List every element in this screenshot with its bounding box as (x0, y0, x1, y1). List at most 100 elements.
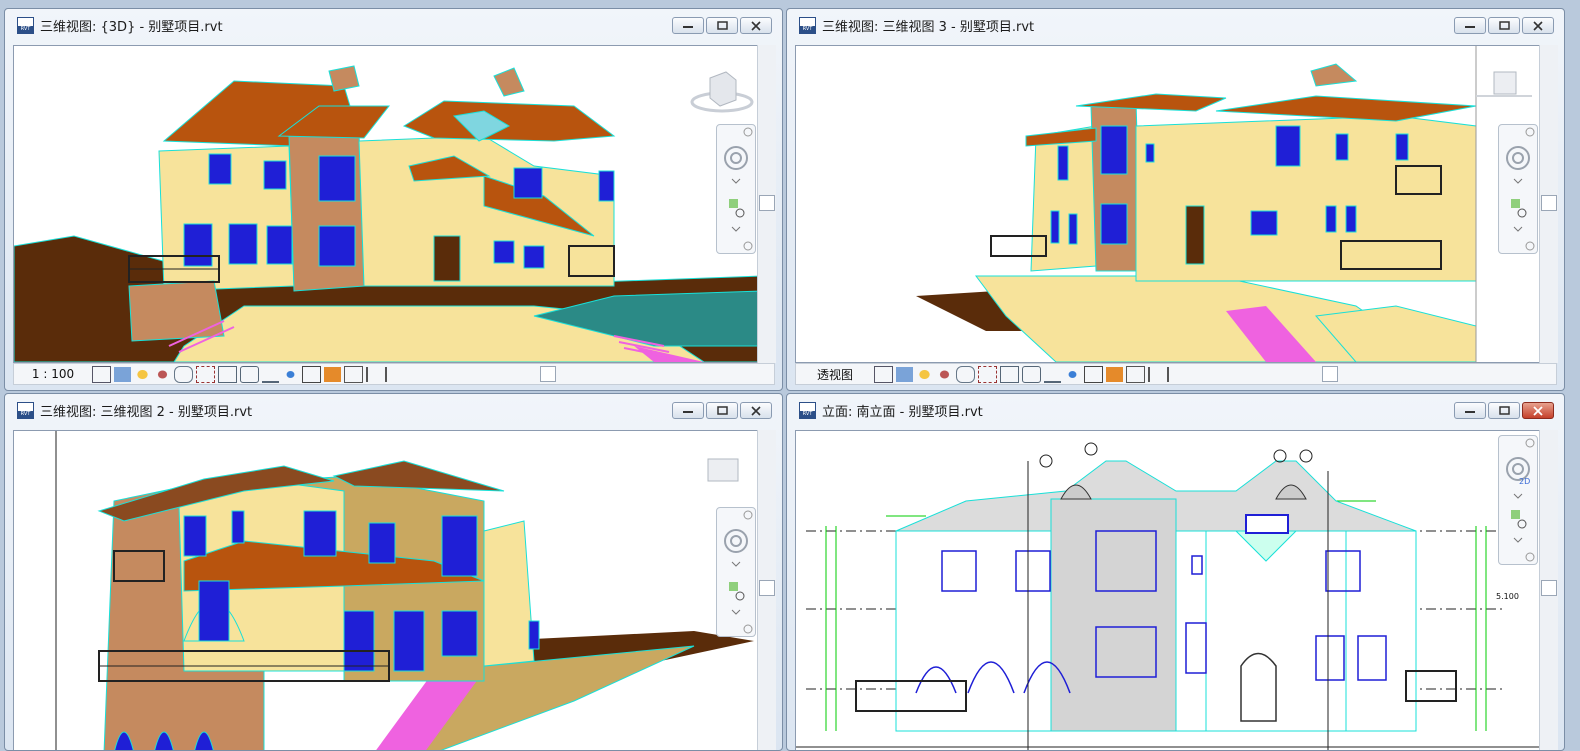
close-button[interactable] (740, 402, 772, 419)
view-canvas[interactable]: 5.100 2D (795, 430, 1545, 750)
window-titlebar[interactable]: 立面: 南立面 - 别墅项目.rvt (787, 394, 1564, 426)
zoom-icon (1511, 510, 1527, 529)
shadows-icon[interactable] (936, 366, 953, 382)
close-icon (1533, 405, 1543, 416)
analytical-model-icon[interactable] (1084, 365, 1103, 383)
highlight-icon[interactable] (1106, 366, 1123, 382)
view-cube-icon[interactable] (688, 453, 756, 493)
scroll-thumb[interactable] (759, 580, 775, 596)
analytical-model-icon[interactable] (302, 365, 321, 383)
maximize-icon (1498, 21, 1510, 30)
steering-wheel-icon (724, 146, 748, 170)
view-canvas[interactable] (795, 45, 1545, 363)
show-crop-icon[interactable] (218, 365, 237, 383)
view-scale[interactable]: 透视图 (796, 366, 874, 383)
visual-style-icon[interactable] (114, 366, 131, 382)
revit-file-icon (17, 16, 34, 34)
minimize-button[interactable] (1454, 17, 1486, 34)
close-button[interactable] (1522, 402, 1554, 419)
nav-2d-label: 2D (1519, 477, 1530, 486)
house-3d-render (14, 65, 762, 362)
view-cube-icon[interactable] (1470, 66, 1538, 116)
view-window-3d-2[interactable]: 三维视图: 三维视图 2 - 别墅项目.rvt (4, 393, 783, 751)
vertical-scrollbar[interactable] (757, 430, 776, 750)
shadows-icon[interactable] (154, 366, 171, 382)
temp-hide-icon[interactable] (262, 366, 279, 383)
view-scale[interactable]: 1 : 100 (14, 367, 92, 381)
window-title: 三维视图: {3D} - 别墅项目.rvt (40, 19, 223, 35)
sun-path-icon[interactable] (916, 366, 933, 382)
detail-level-icon[interactable] (92, 365, 111, 383)
worksets-icon[interactable] (1148, 366, 1169, 382)
window-titlebar[interactable]: 三维视图: 三维视图 3 - 别墅项目.rvt (787, 9, 1564, 41)
close-button[interactable] (1522, 17, 1554, 34)
scroll-thumb[interactable] (540, 366, 556, 382)
steering-wheel-icon (1506, 146, 1530, 170)
close-icon (751, 20, 761, 31)
view-control-bar: 1 : 100 (13, 363, 775, 385)
maximize-icon (716, 21, 728, 30)
house-3d-render-2 (55, 431, 754, 750)
view-canvas[interactable] (13, 45, 763, 363)
horizontal-scrollbar[interactable] (398, 366, 774, 382)
minimize-button[interactable] (1454, 402, 1486, 419)
horizontal-scrollbar[interactable] (1180, 366, 1556, 382)
scroll-thumb[interactable] (1541, 580, 1557, 596)
navigation-bar[interactable] (1498, 124, 1538, 254)
constraints-icon[interactable] (1126, 365, 1145, 383)
crop-view-icon[interactable] (978, 365, 997, 383)
revit-file-icon (17, 401, 34, 419)
minimize-button[interactable] (672, 17, 704, 34)
render-icon[interactable] (956, 365, 975, 383)
maximize-button[interactable] (706, 17, 738, 34)
zoom-icon (1511, 199, 1527, 218)
zoom-icon (729, 582, 745, 601)
sun-path-icon[interactable] (134, 366, 151, 382)
navigation-bar[interactable] (716, 124, 756, 254)
view-window-south-elevation[interactable]: 立面: 南立面 - 别墅项目.rvt (786, 393, 1565, 751)
reveal-hidden-icon[interactable] (282, 366, 299, 382)
window-titlebar[interactable]: 三维视图: 三维视图 2 - 别墅项目.rvt (5, 394, 782, 426)
vertical-scrollbar[interactable] (1539, 430, 1558, 750)
minimize-icon (683, 410, 693, 413)
maximize-button[interactable] (1488, 17, 1520, 34)
scroll-thumb[interactable] (1541, 195, 1557, 211)
maximize-button[interactable] (706, 402, 738, 419)
crop-view-icon[interactable] (196, 365, 215, 383)
house-perspective-render (916, 46, 1477, 362)
navigation-bar[interactable]: 2D (1498, 435, 1538, 565)
close-button[interactable] (740, 17, 772, 34)
window-title: 三维视图: 三维视图 2 - 别墅项目.rvt (40, 404, 253, 420)
temp-hide-icon[interactable] (1044, 366, 1061, 383)
lock-view-icon[interactable] (240, 365, 259, 383)
close-icon (743, 127, 753, 137)
revit-file-icon (799, 16, 816, 34)
view-window-3d[interactable]: 三维视图: {3D} - 别墅项目.rvt (4, 8, 783, 391)
maximize-icon (716, 406, 728, 415)
window-titlebar[interactable]: 三维视图: {3D} - 别墅项目.rvt (5, 9, 782, 41)
close-icon (1533, 20, 1543, 31)
lock-view-icon[interactable] (1022, 365, 1041, 383)
view-window-3d-3[interactable]: 三维视图: 三维视图 3 - 别墅项目.rvt (786, 8, 1565, 391)
window-title: 立面: 南立面 - 别墅项目.rvt (822, 404, 983, 420)
maximize-button[interactable] (1488, 402, 1520, 419)
minimize-button[interactable] (672, 402, 704, 419)
zoom-icon (729, 199, 745, 218)
vertical-scrollbar[interactable] (757, 45, 776, 363)
view-cube-icon[interactable] (688, 66, 756, 116)
detail-level-icon[interactable] (874, 365, 893, 383)
navigation-bar[interactable] (716, 507, 756, 637)
scroll-thumb[interactable] (759, 195, 775, 211)
reveal-hidden-icon[interactable] (1064, 366, 1081, 382)
render-icon[interactable] (174, 365, 193, 383)
constraints-icon[interactable] (344, 365, 363, 383)
steering-wheel-icon (724, 529, 748, 553)
view-control-bar: 透视图 (795, 363, 1557, 385)
highlight-icon[interactable] (324, 366, 341, 382)
vertical-scrollbar[interactable] (1539, 45, 1558, 363)
visual-style-icon[interactable] (896, 366, 913, 382)
worksets-icon[interactable] (366, 366, 387, 382)
scroll-thumb[interactable] (1322, 366, 1338, 382)
show-crop-icon[interactable] (1000, 365, 1019, 383)
view-canvas[interactable] (13, 430, 763, 750)
